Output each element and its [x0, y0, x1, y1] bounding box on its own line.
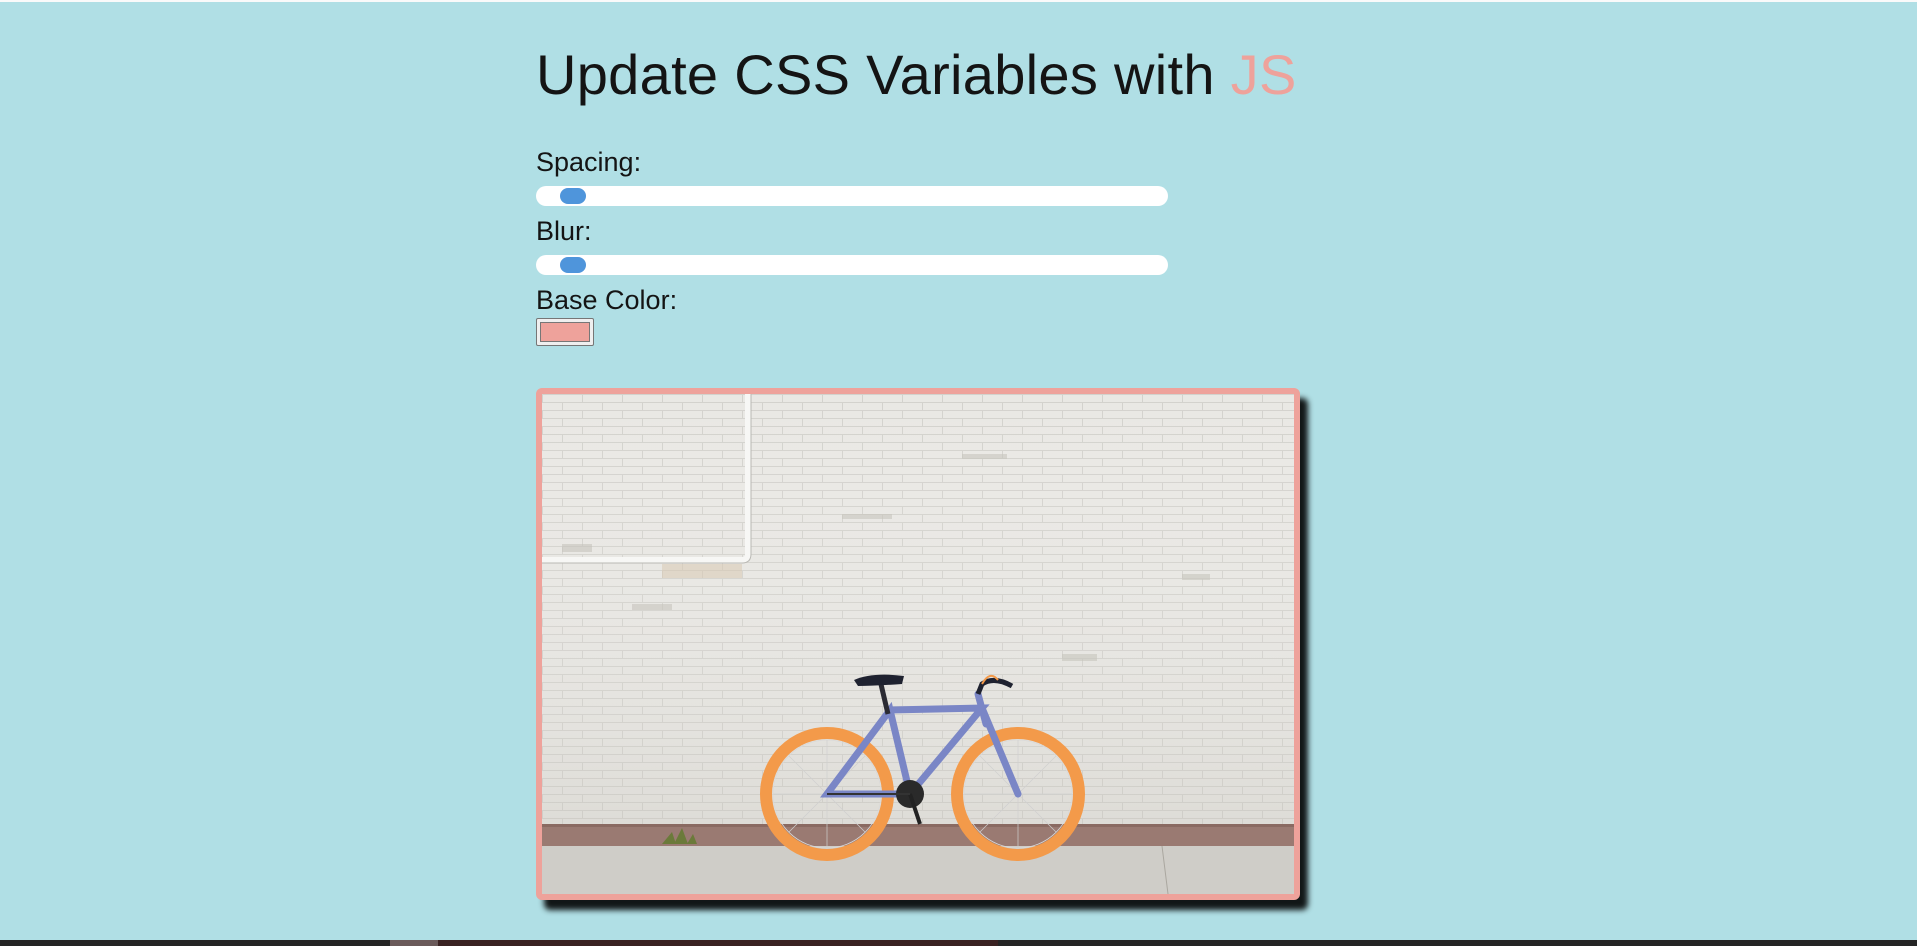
base-color-swatch: [540, 322, 590, 342]
base-color-picker[interactable]: [536, 318, 594, 346]
spacing-label: Spacing:: [536, 147, 642, 177]
page-title: Update CSS Variables with JS: [536, 40, 1297, 110]
blur-slider-thumb[interactable]: [560, 257, 587, 273]
blur-slider[interactable]: [536, 255, 1168, 275]
taskbar-segment: [390, 940, 438, 946]
page-title-text: Update CSS Variables with: [536, 43, 1231, 106]
blur-label: Blur:: [536, 216, 592, 246]
page-title-highlight: JS: [1230, 43, 1297, 106]
bicycle-photo: [536, 388, 1300, 900]
spacing-slider[interactable]: [536, 186, 1168, 206]
base-color-label: Base Color:: [536, 285, 678, 315]
taskbar-segment: [438, 940, 998, 946]
top-edge: [0, 0, 1917, 2]
taskbar-strip: [0, 940, 1917, 946]
spacing-slider-thumb[interactable]: [560, 188, 587, 204]
bicycle-photo-image: [542, 394, 1294, 894]
